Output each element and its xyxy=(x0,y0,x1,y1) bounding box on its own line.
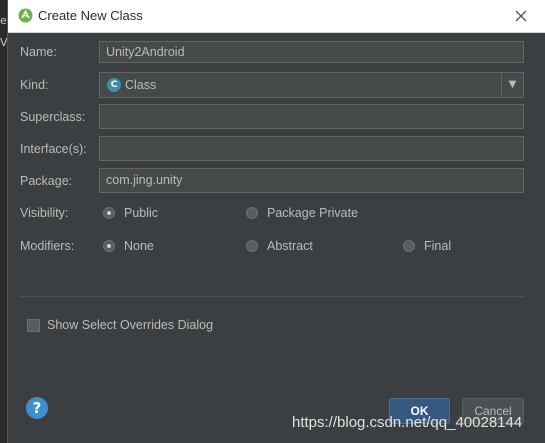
kind-dropdown[interactable]: C Class ▼ xyxy=(99,72,524,98)
radio-checked-indicator xyxy=(103,207,115,219)
radio-checked-indicator xyxy=(103,240,115,252)
name-label: Name: xyxy=(20,45,57,59)
package-field[interactable]: com.jing.unity xyxy=(99,168,524,193)
watermark-text: https://blog.csdn.net/qq_40028144 xyxy=(292,414,523,431)
class-c-icon: C xyxy=(107,78,121,92)
modifiers-abstract-radio[interactable]: Abstract xyxy=(246,239,336,255)
show-overrides-checkbox[interactable] xyxy=(27,319,40,332)
radio-unchecked-indicator xyxy=(246,207,258,219)
name-field[interactable]: Unity2Android xyxy=(99,41,524,63)
superclass-label: Superclass: xyxy=(20,110,86,124)
interfaces-label: Interface(s): xyxy=(20,142,87,156)
modifiers-abstract-label: Abstract xyxy=(267,239,313,253)
visibility-label: Visibility: xyxy=(20,206,69,220)
interfaces-field[interactable] xyxy=(99,136,524,161)
superclass-field[interactable] xyxy=(99,104,524,129)
show-overrides-label[interactable]: Show Select Overrides Dialog xyxy=(47,318,213,332)
radio-unchecked-indicator xyxy=(403,240,415,252)
modifiers-final-label: Final xyxy=(424,239,452,253)
background-text-fragment: e xyxy=(0,14,7,27)
visibility-public-label: Public xyxy=(124,206,159,220)
kind-selected-value: Class xyxy=(125,78,157,92)
android-studio-icon xyxy=(18,8,33,23)
kind-label: Kind: xyxy=(20,78,49,92)
divider xyxy=(20,296,524,297)
modifiers-none-radio[interactable]: None xyxy=(103,239,173,255)
package-label: Package: xyxy=(20,174,73,188)
help-icon[interactable]: ? xyxy=(26,397,48,419)
radio-unchecked-indicator xyxy=(246,240,258,252)
visibility-package-private-radio[interactable]: Package Private xyxy=(246,206,376,222)
chevron-down-icon[interactable]: ▼ xyxy=(501,73,523,97)
visibility-package-private-label: Package Private xyxy=(267,206,359,220)
dialog-title: Create New Class xyxy=(38,8,143,23)
title-bar: Create New Class xyxy=(8,0,545,33)
close-icon[interactable] xyxy=(511,6,531,26)
modifiers-none-label: None xyxy=(124,239,154,253)
visibility-public-radio[interactable]: Public xyxy=(103,206,183,222)
create-new-class-dialog: Create New Class Name: Unity2Android Kin… xyxy=(7,0,545,443)
modifiers-final-radio[interactable]: Final xyxy=(403,239,463,255)
modifiers-label: Modifiers: xyxy=(20,239,75,253)
